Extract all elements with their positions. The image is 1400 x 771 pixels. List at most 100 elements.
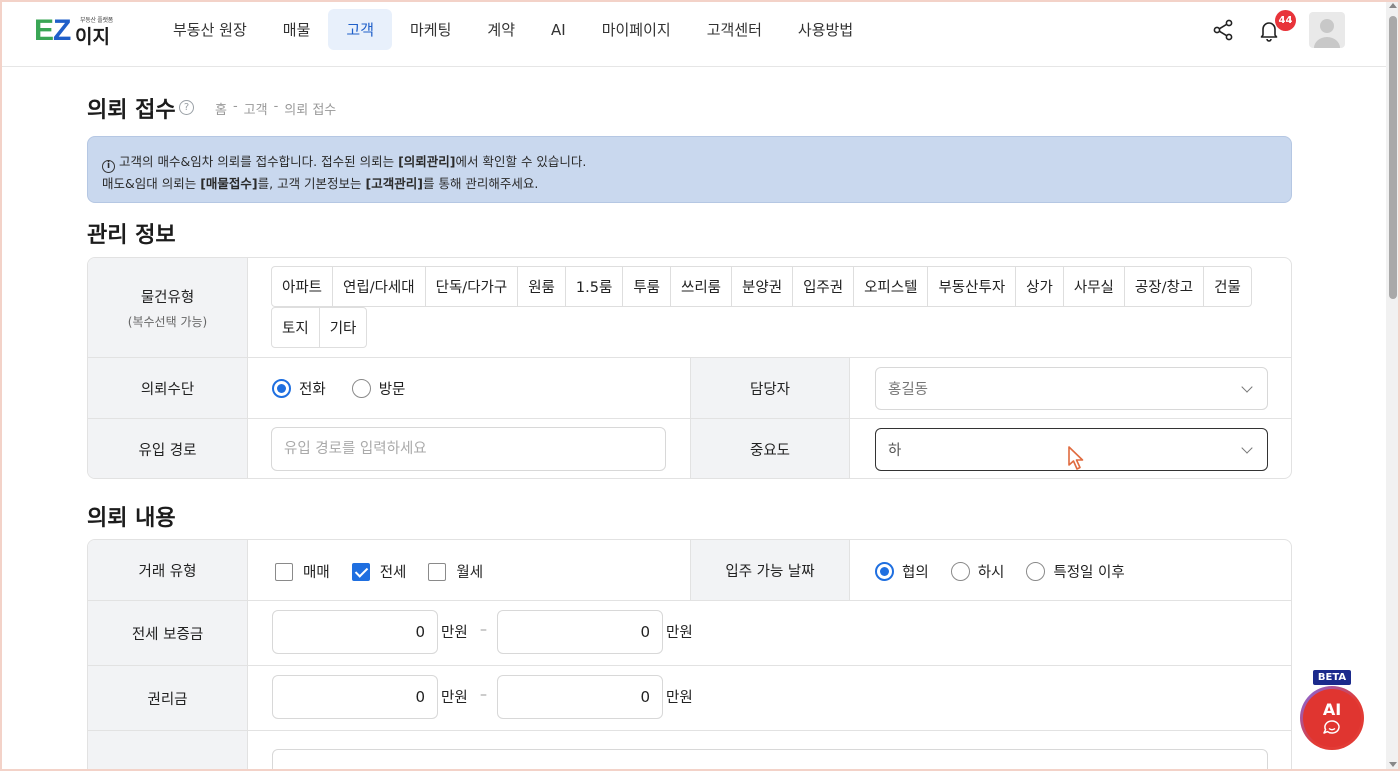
deposit-min-unit: 만원 — [441, 625, 468, 641]
property-type-chip[interactable]: 건물 — [1203, 266, 1252, 307]
deal-type-checkbox-monthly[interactable]: 월세 — [428, 561, 483, 582]
range-separator: – — [480, 622, 487, 638]
property-type-chip[interactable]: 아파트 — [271, 266, 334, 307]
property-type-chip[interactable]: 토지 — [271, 307, 320, 348]
method-radio-phone[interactable]: 전화 — [272, 378, 326, 399]
chevron-down-icon — [1241, 381, 1253, 393]
info-notice: i 고객의 매수&임차 의뢰를 접수합니다. 접수된 의뢰는 [의뢰관리]에서 확… — [87, 136, 1292, 203]
deal-type-checkboxes: 매매 전세 월세 — [275, 561, 483, 582]
link-customer-management[interactable]: [고객관리] — [366, 176, 423, 191]
nav-item-ledger[interactable]: 부동산 원장 — [155, 9, 265, 50]
property-type-chip[interactable]: 원룸 — [517, 266, 566, 307]
notice-line-2: 매도&임대 의뢰는 [매물접수]를, 고객 기본정보는 [고객관리]를 통해 관… — [102, 176, 539, 191]
share-icon[interactable] — [1211, 18, 1235, 42]
nav-item-support[interactable]: 고객센터 — [689, 9, 780, 50]
breadcrumb-home[interactable]: 홈 — [215, 99, 227, 118]
property-type-chip[interactable]: 분양권 — [731, 266, 794, 307]
method-radios: 전화 방문 — [272, 378, 405, 399]
premium-max-input[interactable]: 0 — [497, 675, 663, 719]
row-deal-type: 거래 유형 매매 전세 월세 입주 가능 날짜 협의 하시 특정일 이후 — [88, 540, 1291, 601]
scroll-down-arrow-icon[interactable] — [1389, 762, 1397, 767]
next-row-label — [88, 731, 248, 771]
premium-max-unit: 만원 — [666, 690, 693, 706]
avatar[interactable] — [1309, 12, 1345, 48]
property-type-chip[interactable]: 입주권 — [792, 266, 855, 307]
move-in-radios: 협의 하시 특정일 이후 — [875, 561, 1125, 582]
row-method-manager: 의뢰수단 전화 방문 담당자 홍길동 — [88, 358, 1291, 419]
nav-item-mypage[interactable]: 마이페이지 — [584, 9, 689, 50]
row-deposit: 전세 보증금 0 만원 – 0 만원 — [88, 601, 1291, 666]
premium-min-unit: 만원 — [441, 690, 468, 706]
logo-ez: EZ — [34, 14, 71, 47]
deposit-min-input[interactable]: 0 — [272, 610, 438, 654]
property-type-chip[interactable]: 상가 — [1015, 266, 1064, 307]
section-title-request: 의뢰 내용 — [87, 506, 176, 531]
deposit-label: 전세 보증금 — [88, 601, 248, 665]
property-type-label: 물건유형 (복수선택 가능) — [88, 258, 248, 357]
premium-label: 권리금 — [88, 666, 248, 730]
method-radio-visit[interactable]: 방문 — [351, 378, 405, 399]
ai-chat-button[interactable]: AI — [1300, 686, 1364, 750]
row-property-type: 물건유형 (복수선택 가능) 아파트 연립/다세대 단독/다가구 원룸 1.5룸 투룸 쓰리… — [88, 258, 1291, 358]
notice-line-1: i 고객의 매수&임차 의뢰를 접수합니다. 접수된 의뢰는 [의뢰관리]에서 확… — [102, 151, 1277, 173]
help-icon[interactable]: ? — [179, 100, 194, 115]
deposit-max-input[interactable]: 0 — [497, 610, 663, 654]
deal-type-label: 거래 유형 — [88, 540, 248, 600]
logo-iji: 이지 — [75, 26, 110, 48]
mouse-pointer-icon — [1068, 446, 1084, 470]
chat-bubble-icon — [1323, 719, 1340, 734]
move-in-radio-after-date[interactable]: 특정일 이후 — [1026, 561, 1125, 582]
source-input[interactable] — [271, 427, 666, 471]
nav-item-ai[interactable]: AI — [533, 9, 584, 50]
user-silhouette-icon — [1314, 19, 1340, 48]
chevron-down-icon — [1241, 442, 1253, 454]
deal-type-checkbox-sale[interactable]: 매매 — [275, 561, 330, 582]
move-in-radio-negotiable[interactable]: 협의 — [875, 561, 929, 582]
property-type-chip[interactable]: 오피스텔 — [853, 266, 929, 307]
top-header: 부동산 플랫폼 EZ 이지 부동산 원장 매물 고객 마케팅 계약 AI 마이페… — [0, 0, 1386, 67]
premium-min-input[interactable]: 0 — [272, 675, 438, 719]
management-table: 물건유형 (복수선택 가능) 아파트 연립/다세대 단독/다가구 원룸 1.5룸 투룸 쓰리… — [87, 257, 1292, 479]
property-type-chip[interactable]: 부동산투자 — [927, 266, 1017, 307]
textarea-partial[interactable] — [272, 749, 1268, 771]
vertical-scrollbar[interactable] — [1386, 0, 1400, 771]
move-in-radio-anytime[interactable]: 하시 — [950, 561, 1004, 582]
move-in-label: 입주 가능 날짜 — [690, 540, 850, 600]
breadcrumb-sep: - — [232, 99, 238, 114]
breadcrumb-customers[interactable]: 고객 — [244, 99, 268, 118]
property-type-chip[interactable]: 연립/다세대 — [332, 266, 426, 307]
ai-assistant: BETA AI — [1300, 670, 1366, 750]
breadcrumb-sep: - — [273, 99, 279, 114]
nav-item-marketing[interactable]: 마케팅 — [392, 9, 469, 50]
link-listing-intake[interactable]: [매물접수] — [200, 176, 257, 191]
property-type-chip[interactable]: 1.5룸 — [564, 266, 624, 307]
page-title: 의뢰 접수 — [87, 98, 176, 123]
deal-type-checkbox-jeonse[interactable]: 전세 — [351, 561, 406, 582]
notification-badge: 44 — [1275, 10, 1296, 31]
property-type-chip[interactable]: 투룸 — [622, 266, 671, 307]
nav-item-guide[interactable]: 사용방법 — [780, 9, 871, 50]
property-type-chip[interactable]: 단독/다가구 — [424, 266, 519, 307]
ai-label: AI — [1322, 699, 1342, 719]
property-type-chips: 아파트 연립/다세대 단독/다가구 원룸 1.5룸 투룸 쓰리룸 분양권 입주권 오피스텔 부동산투… — [271, 266, 1271, 348]
property-type-chip[interactable]: 쓰리룸 — [670, 266, 733, 307]
property-type-chips-row2: 토지 기타 — [271, 307, 1271, 348]
deposit-max-unit: 만원 — [666, 625, 693, 641]
manager-select[interactable]: 홍길동 — [875, 367, 1268, 410]
request-table: 거래 유형 매매 전세 월세 입주 가능 날짜 협의 하시 특정일 이후 전세 … — [87, 539, 1292, 771]
property-type-chip[interactable]: 사무실 — [1062, 266, 1125, 307]
nav-item-listings[interactable]: 매물 — [265, 9, 329, 50]
scroll-thumb[interactable] — [1389, 16, 1397, 299]
property-type-chip[interactable]: 공장/창고 — [1123, 266, 1205, 307]
link-request-management[interactable]: [의뢰관리] — [398, 154, 455, 169]
scroll-up-arrow-icon[interactable] — [1389, 3, 1397, 8]
range-separator: – — [480, 687, 487, 703]
source-label: 유입 경로 — [88, 419, 248, 478]
logo[interactable]: 부동산 플랫폼 EZ 이지 — [34, 14, 118, 48]
section-title-management: 관리 정보 — [87, 223, 176, 248]
importance-label: 중요도 — [690, 419, 850, 478]
property-type-chip[interactable]: 기타 — [318, 307, 368, 348]
property-type-chips-row1: 아파트 연립/다세대 단독/다가구 원룸 1.5룸 투룸 쓰리룸 분양권 입주권 오피스텔 부동산투… — [271, 266, 1271, 307]
nav-item-customers[interactable]: 고객 — [328, 9, 392, 50]
nav-item-contract[interactable]: 계약 — [469, 9, 533, 50]
